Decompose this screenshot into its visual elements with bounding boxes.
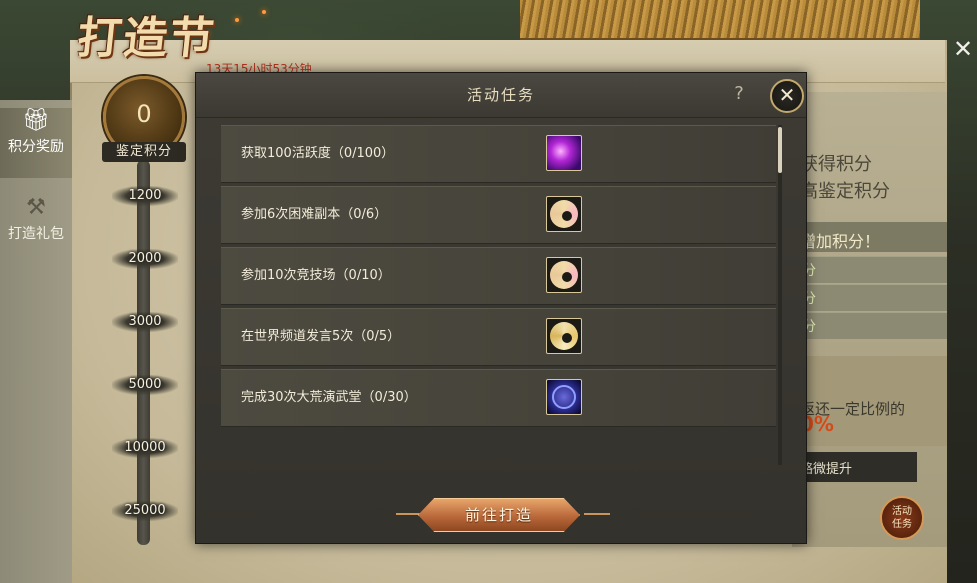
- task-label: 参加6次困难副本（0/6）: [241, 207, 388, 222]
- task-label: 参加10次竞技场（0/10）: [241, 268, 391, 283]
- button-decoration: [584, 513, 610, 515]
- task-row[interactable]: 完成30次大荒演武堂（0/30）: [221, 369, 776, 427]
- pink-disc-icon[interactable]: [546, 196, 582, 232]
- roof-decoration: [520, 0, 920, 41]
- gift-icon: 🎁︎: [22, 108, 50, 133]
- festival-title: 打造节: [74, 13, 219, 64]
- score-milestone[interactable]: 3000: [112, 312, 178, 332]
- task-list[interactable]: 获取100活跃度（0/100） 参加6次困难副本（0/6） 参加10次竞技场（0…: [221, 125, 776, 485]
- note-text: 略微提升: [800, 462, 853, 477]
- task-row[interactable]: 参加6次困难副本（0/6）: [221, 186, 776, 244]
- scrollbar-track[interactable]: [778, 125, 782, 465]
- score-label: 鉴定积分: [102, 142, 186, 162]
- side-item-label: 积分奖励: [8, 139, 64, 155]
- score-progress-bar: [137, 160, 150, 545]
- task-label: 获取100活跃度（0/100）: [241, 146, 395, 161]
- scrollbar-thumb[interactable]: [778, 127, 782, 173]
- go-forge-button[interactable]: 前往打造: [418, 498, 580, 532]
- info-line: 高鉴定积分: [800, 181, 890, 202]
- side-item-points-reward[interactable]: 🎁︎ 积分奖励: [0, 108, 72, 178]
- blue-orb-icon[interactable]: [546, 379, 582, 415]
- button-decoration: [396, 513, 422, 515]
- activity-task-button[interactable]: 活动 任务: [880, 496, 924, 540]
- info-band-text: 增加积分！: [800, 232, 881, 251]
- lantern-light: [235, 18, 239, 22]
- purple-orb-icon[interactable]: [546, 135, 582, 171]
- task-row[interactable]: 参加10次竞技场（0/10）: [221, 247, 776, 305]
- activity-task-dialog: 活动任务 ? ✕ 获取100活跃度（0/100） 参加6次困难副本（0/6） 参…: [195, 72, 807, 544]
- info-line: 获得积分: [800, 154, 872, 175]
- close-button[interactable]: ✕: [770, 79, 804, 113]
- task-row[interactable]: 获取100活跃度（0/100）: [221, 125, 776, 183]
- activity-task-label: 活动: [892, 506, 912, 517]
- info-row: 分: [792, 312, 947, 339]
- score-milestone[interactable]: 10000: [112, 438, 178, 458]
- task-label: 在世界频道发言5次（0/5）: [241, 329, 401, 344]
- gold-disc-icon[interactable]: [546, 318, 582, 354]
- side-item-label: 打造礼包: [8, 226, 64, 242]
- task-row[interactable]: 在世界频道发言5次（0/5）: [221, 308, 776, 366]
- dialog-title: 活动任务: [466, 86, 535, 104]
- score-milestone[interactable]: 5000: [112, 375, 178, 395]
- score-milestone[interactable]: 2000: [112, 249, 178, 269]
- anvil-icon: ⚒: [26, 195, 46, 220]
- info-row: 分: [792, 284, 947, 311]
- score-milestone[interactable]: 25000: [112, 501, 178, 521]
- side-item-forge-pack[interactable]: ⚒ 打造礼包: [0, 195, 72, 243]
- score-milestone[interactable]: 1200: [112, 186, 178, 206]
- help-icon[interactable]: ?: [729, 82, 749, 106]
- task-label: 完成30次大荒演武堂（0/30）: [241, 390, 417, 405]
- lantern-light: [262, 10, 266, 14]
- pink-disc-icon[interactable]: [546, 257, 582, 293]
- close-icon[interactable]: ✕: [948, 34, 977, 64]
- activity-task-label: 任务: [892, 519, 912, 530]
- info-row: 分: [792, 256, 947, 283]
